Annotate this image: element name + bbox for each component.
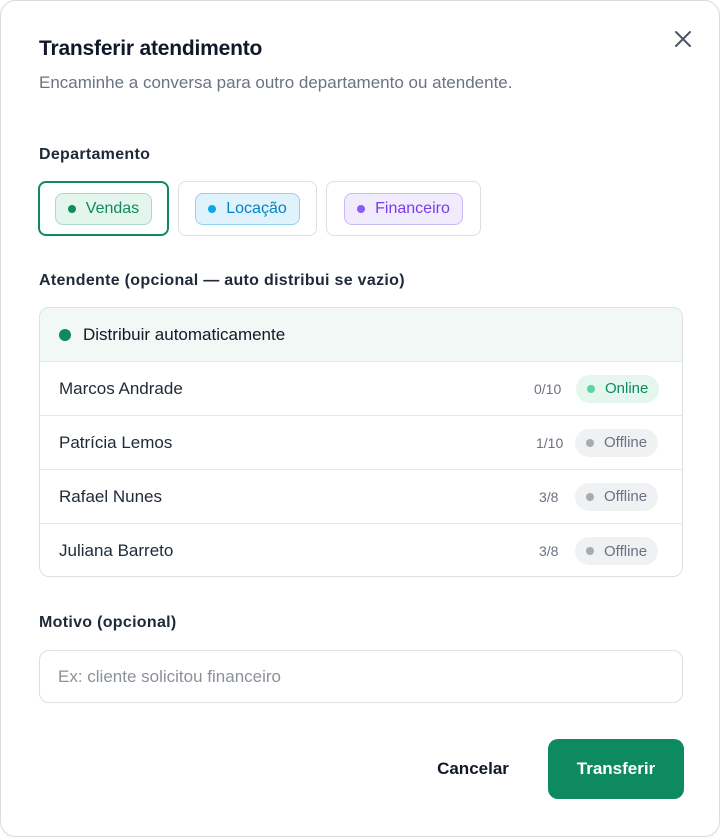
department-option-locacao[interactable]: Locação: [178, 181, 317, 236]
attendant-option-row[interactable]: Patrícia Lemos 1/10 Offline: [40, 416, 682, 470]
attendant-name: Rafael Nunes: [59, 486, 163, 506]
attendant-option-row[interactable]: Marcos Andrade 0/10 Online: [40, 362, 682, 416]
status-dot-icon: [586, 438, 594, 447]
attendant-list: Distribuir automaticamente Marcos Andrad…: [39, 307, 683, 577]
department-chip-vendas: Vendas: [54, 192, 153, 225]
dialog-title: Transferir atendimento: [39, 37, 263, 60]
transfer-button[interactable]: Transferir: [548, 739, 684, 799]
attendant-load: 3/8: [539, 488, 559, 505]
attendant-label: Atendente (opcional — auto distribui se …: [39, 272, 405, 289]
status-dot-icon: [586, 492, 594, 501]
status-badge-label: Offline: [604, 542, 648, 560]
status-badge-label: Offline: [604, 488, 648, 505]
status-badge: Offline: [575, 537, 659, 565]
department-label: Departamento: [39, 146, 151, 163]
status-badge: Offline: [575, 482, 659, 511]
attendant-load: 0/10: [534, 380, 562, 397]
attendant-name: Patrícia Lemos: [59, 432, 173, 452]
attendant-option-row[interactable]: Juliana Barreto 3/8 Offline: [40, 524, 682, 576]
close-button[interactable]: [671, 27, 695, 51]
status-badge-label: Offline: [604, 434, 648, 451]
attendant-option-row[interactable]: Rafael Nunes 3/8 Offline: [40, 470, 682, 524]
status-badge: Offline: [575, 428, 659, 457]
dialog-subtitle: Encaminhe a conversa para outro departam…: [39, 73, 513, 92]
department-option-label: Vendas: [85, 199, 140, 217]
attendant-name: Marcos Andrade: [59, 378, 183, 398]
department-option-financeiro[interactable]: Financeiro: [326, 181, 481, 236]
attendant-option-auto[interactable]: Distribuir automaticamente: [40, 308, 682, 362]
department-chip-locacao: Locação: [195, 192, 300, 225]
reason-label: Motivo (opcional): [39, 614, 177, 631]
attendant-load: 1/10: [536, 434, 564, 451]
close-icon[interactable]: [674, 30, 692, 48]
status-dot-icon: [67, 204, 76, 213]
department-option-label: Financeiro: [375, 199, 450, 217]
auto-distribute-label: Distribuir automaticamente: [83, 324, 286, 344]
reason-input[interactable]: [39, 650, 683, 703]
transfer-dialog: Transferir atendimento Encaminhe a conve…: [0, 0, 720, 837]
status-dot-icon: [208, 204, 217, 213]
status-dot-icon: [357, 204, 366, 213]
department-option-vendas[interactable]: Vendas: [38, 181, 169, 236]
status-badge-label: Online: [605, 380, 649, 397]
attendant-load: 3/8: [539, 543, 559, 559]
department-chip-financeiro: Financeiro: [344, 192, 463, 225]
status-badge: Online: [576, 374, 660, 403]
attendant-name: Juliana Barreto: [59, 541, 174, 560]
status-dot-icon: [59, 328, 71, 341]
cancel-button[interactable]: Cancelar: [418, 746, 528, 792]
status-dot-icon: [587, 384, 595, 393]
status-dot-icon: [586, 547, 594, 555]
department-option-label: Locação: [226, 199, 287, 217]
